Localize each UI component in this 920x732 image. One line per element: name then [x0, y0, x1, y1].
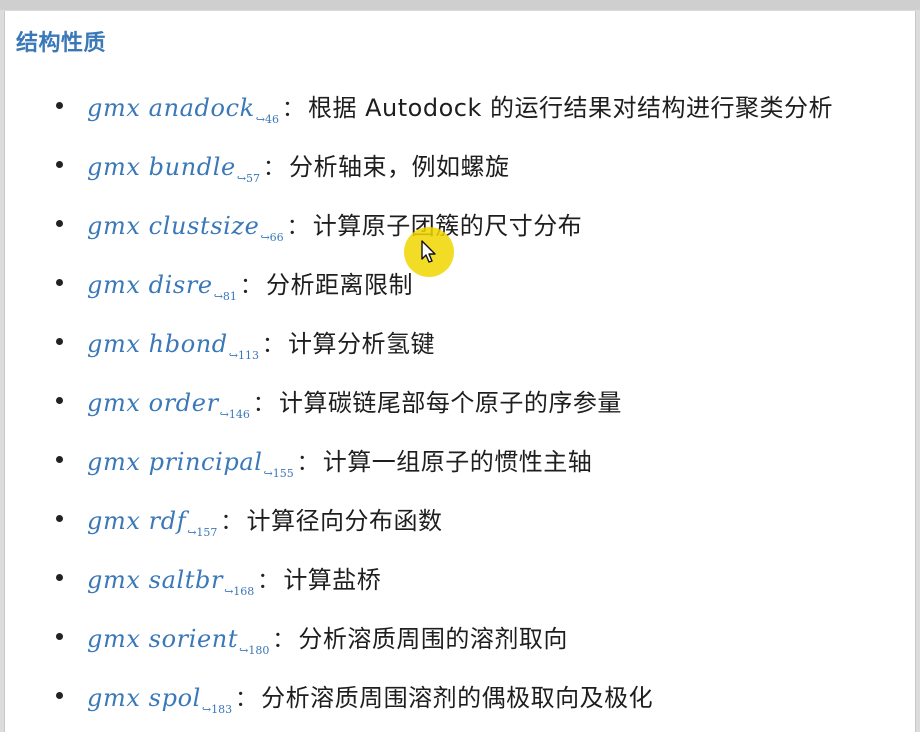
page-ref[interactable]: ↪113 [229, 349, 259, 362]
page-ref[interactable]: ↪180 [239, 644, 269, 657]
command-link[interactable]: gmx spol [87, 684, 201, 712]
page-ref[interactable]: ↪57 [237, 172, 260, 185]
item-description: 计算分析氢键 [288, 330, 436, 358]
bullet-icon [56, 279, 63, 286]
page-ref[interactable]: ↪81 [214, 290, 237, 303]
bullet-icon [56, 692, 63, 699]
document-page: 结构性质 gmx anadock ↪46 ： 根据 Autodock 的运行结果… [4, 11, 916, 732]
command-link[interactable]: gmx bundle [87, 153, 236, 181]
item-description: 分析轴束，例如螺旋 [289, 153, 510, 181]
separator: ： [239, 274, 262, 299]
item-description: 分析距离限制 [265, 271, 413, 299]
command-link[interactable]: gmx disre [87, 271, 213, 299]
page-ref[interactable]: ↪155 [264, 467, 294, 480]
separator: ： [257, 569, 280, 594]
page-ref[interactable]: ↪46 [256, 113, 279, 126]
item-description: 分析溶质周围溶剂的偶极取向及极化 [261, 684, 654, 712]
page-ref[interactable]: ↪183 [202, 703, 232, 716]
section-title: 结构性质 [16, 31, 107, 56]
bullet-icon [56, 456, 63, 463]
page-ref[interactable]: ↪168 [224, 585, 254, 598]
command-link[interactable]: gmx hbond [87, 330, 228, 358]
bullet-icon [56, 574, 63, 581]
page-ref[interactable]: ↪66 [260, 231, 283, 244]
window-top-strip [0, 0, 920, 10]
command-link[interactable]: gmx principal [87, 448, 263, 476]
separator: ： [263, 156, 286, 181]
command-link[interactable]: gmx order [87, 389, 219, 417]
command-link[interactable]: gmx saltbr [87, 566, 223, 594]
item-description: 根据 Autodock 的运行结果对结构进行聚类分析 [308, 94, 833, 122]
bullet-icon [56, 161, 63, 168]
bullet-icon [56, 515, 63, 522]
item-description: 计算盐桥 [283, 566, 382, 594]
page-ref[interactable]: ↪157 [187, 526, 217, 539]
separator: ： [220, 510, 243, 535]
separator: ： [296, 451, 319, 476]
bullet-icon [56, 102, 63, 109]
bullet-icon [56, 220, 63, 227]
command-link[interactable]: gmx anadock [87, 94, 255, 122]
separator: ： [281, 97, 304, 122]
bullet-icon [56, 633, 63, 640]
command-link[interactable]: gmx rdf [87, 507, 186, 535]
separator: ： [262, 333, 285, 358]
item-description: 计算一组原子的惯性主轴 [322, 448, 593, 476]
item-description: 分析溶质周围的溶剂取向 [298, 625, 568, 653]
move-cursor-icon [421, 240, 436, 263]
separator: ： [272, 628, 295, 653]
item-description: 计算碳链尾部每个原子的序参量 [278, 389, 622, 417]
page-ref[interactable]: ↪146 [220, 408, 250, 421]
bullet-icon [56, 397, 63, 404]
item-description: 计算径向分布函数 [246, 507, 443, 535]
bullet-icon [56, 338, 63, 345]
separator: ： [235, 687, 258, 712]
command-link[interactable]: gmx clustsize [87, 212, 259, 240]
separator: ： [286, 215, 309, 240]
separator: ： [252, 392, 275, 417]
command-link[interactable]: gmx sorient [87, 625, 238, 653]
